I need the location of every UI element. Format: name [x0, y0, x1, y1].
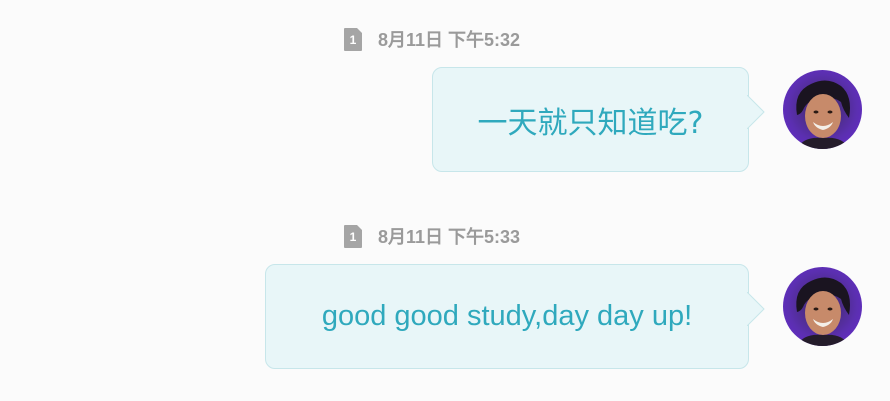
timestamp-text: 8月11日 下午5:33 [378, 227, 521, 247]
message-bubble[interactable]: good good study,day day up! [265, 264, 765, 369]
message-timestamp: 1 8月11日 下午5:33 [343, 223, 520, 249]
message-text: good good study,day day up! [321, 300, 693, 332]
sim-card-icon: 1 [343, 224, 363, 249]
avatar[interactable] [783, 267, 862, 346]
message-timestamp: 1 8月11日 下午5:32 [343, 26, 520, 52]
bubble-tail [747, 292, 765, 326]
chat-thread: 1 8月11日 下午5:32 一天就只知道吃? 1 8月11日 下午5:33 g… [0, 0, 890, 401]
message-text: 一天就只知道吃? [477, 105, 704, 141]
avatar[interactable] [783, 70, 862, 149]
message-bubble[interactable]: 一天就只知道吃? [432, 67, 765, 172]
sim-card-icon: 1 [343, 27, 363, 52]
bubble-tail [747, 95, 765, 129]
timestamp-text: 8月11日 下午5:32 [378, 30, 521, 50]
svg-text:1: 1 [350, 33, 357, 47]
svg-text:1: 1 [350, 230, 357, 244]
